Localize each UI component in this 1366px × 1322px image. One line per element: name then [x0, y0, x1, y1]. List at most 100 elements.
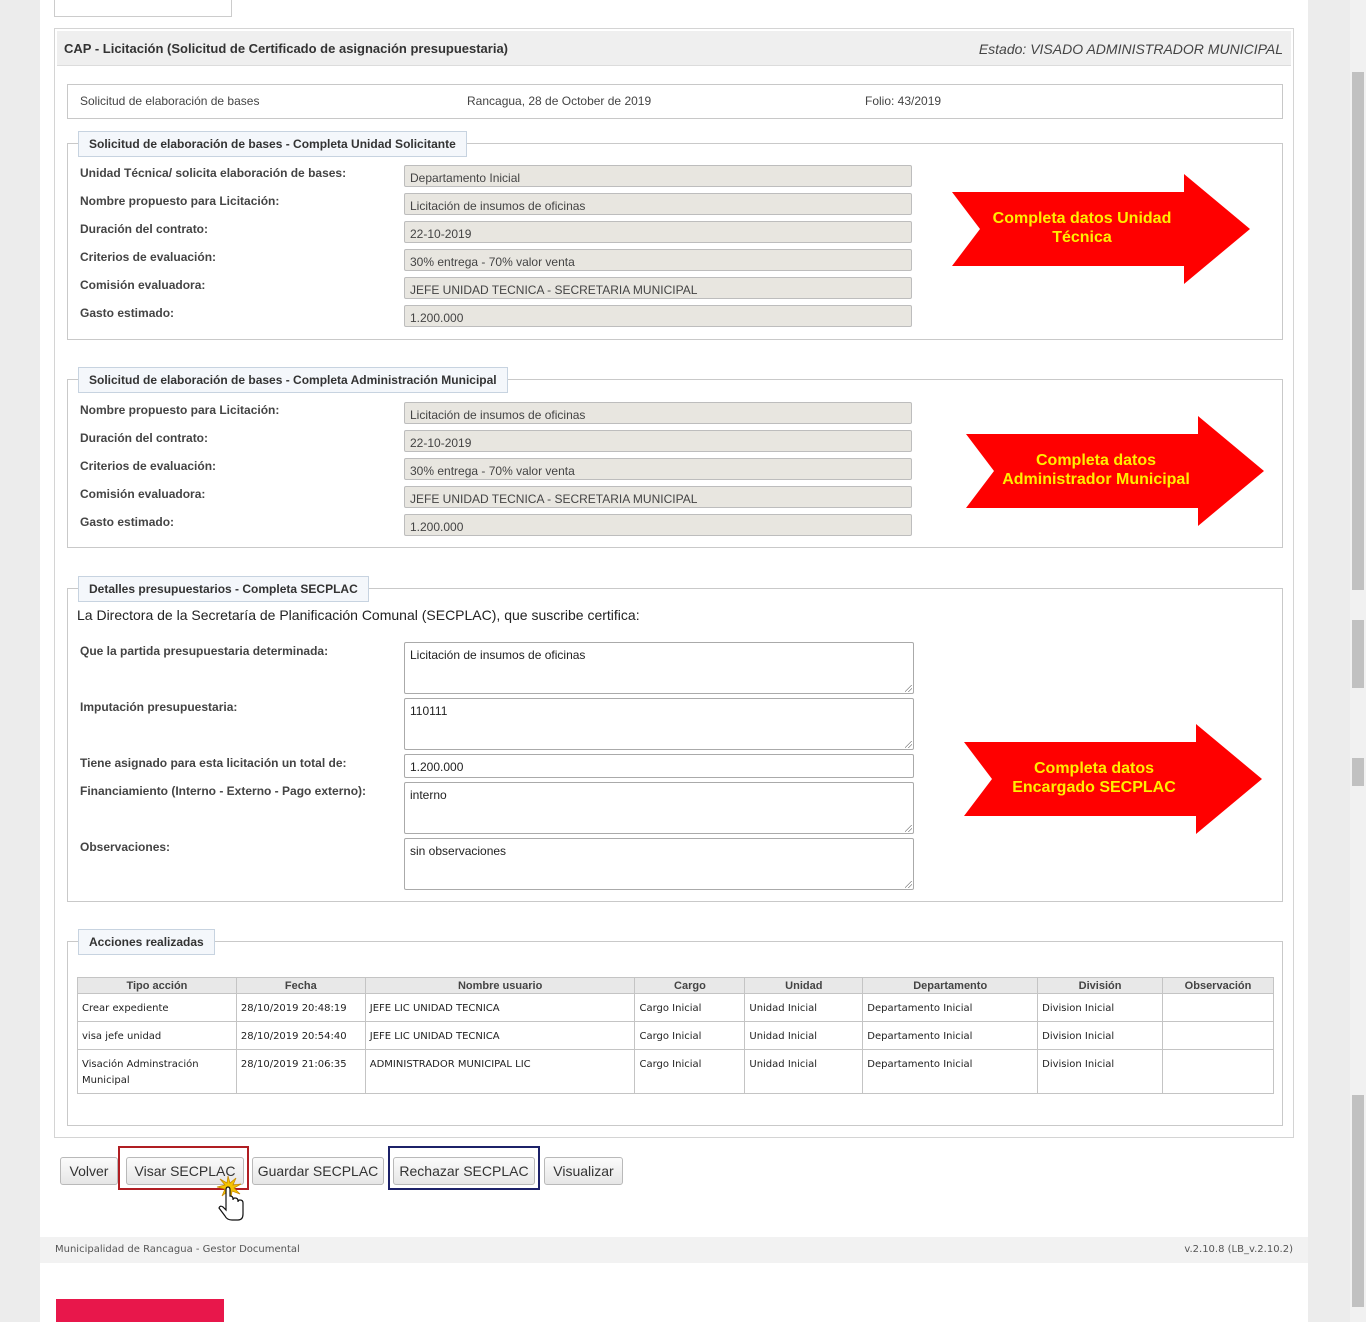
panel-title: CAP - Licitación (Solicitud de Certifica…: [64, 41, 509, 56]
table-cell: Unidad Inicial: [744, 1049, 864, 1094]
cap-panel: CAP - Licitación (Solicitud de Certifica…: [54, 28, 1294, 1138]
column-header[interactable]: Unidad: [744, 977, 864, 994]
tab-stub: [54, 0, 232, 17]
imputacion-presupuestaria-textarea[interactable]: 110111: [404, 698, 914, 750]
folio: Folio: 43/2019: [865, 94, 942, 108]
table-cell: [1162, 993, 1274, 1022]
column-header[interactable]: Fecha: [235, 977, 366, 994]
criterios-evaluacion-field: 30% entrega - 70% valor venta: [404, 249, 912, 271]
table-row: Crear expediente 28/10/2019 20:48:19 JEF…: [77, 993, 1274, 1022]
table-cell: Cargo Inicial: [634, 1021, 746, 1050]
place-date: Rancagua, 28 de October de 2019: [467, 94, 652, 108]
unidad-tecnica-field: Departamento Inicial: [404, 165, 912, 187]
table-cell: Departamento Inicial: [862, 1021, 1039, 1050]
table-cell: Unidad Inicial: [744, 993, 864, 1022]
gasto-estimado-field: 1.200.000: [404, 514, 912, 536]
table-cell: 28/10/2019 20:54:40: [235, 1021, 366, 1050]
column-header[interactable]: Tipo acción: [77, 977, 237, 994]
column-header[interactable]: Observación: [1162, 977, 1274, 994]
table-cell: Division Inicial: [1037, 1021, 1163, 1050]
partida-presupuestaria-textarea[interactable]: Licitación de insumos de oficinas: [404, 642, 914, 694]
financiamiento-textarea[interactable]: interno: [404, 782, 914, 834]
column-header[interactable]: División: [1037, 977, 1163, 994]
duracion-contrato-field: 22-10-2019: [404, 430, 912, 452]
section-legend: Solicitud de elaboración de bases - Comp…: [78, 131, 467, 157]
version-text: v.2.10.8 (LB_v.2.10.2): [1184, 1244, 1293, 1255]
table-cell: Departamento Inicial: [862, 993, 1039, 1022]
field-label: Imputación presupuestaria:: [80, 700, 238, 714]
field-label: Comisión evaluadora:: [80, 487, 206, 501]
field-label: Gasto estimado:: [80, 515, 175, 529]
column-header[interactable]: Departamento: [862, 977, 1039, 994]
callout-arrow: Completa datos Administrador Municipal: [966, 416, 1264, 526]
field-label: Unidad Técnica/ solicita elaboración de …: [80, 166, 347, 180]
field-label: Duración del contrato:: [80, 431, 209, 445]
comision-evaluadora-field: JEFE UNIDAD TECNICA - SECRETARIA MUNICIP…: [404, 277, 912, 299]
section-secplac: Detalles presupuestarios - Completa SECP…: [67, 576, 1283, 902]
actions-table: Tipo acción Fecha Nombre usuario Cargo U…: [77, 977, 1274, 1094]
table-cell: [1162, 1021, 1274, 1050]
callout-arrow: Completa datos Encargado SECPLAC: [964, 724, 1262, 834]
section-acciones: Acciones realizadas Tipo acción Fecha No…: [67, 929, 1283, 1126]
footer: Municipalidad de Rancagua - Gestor Docum…: [40, 1237, 1308, 1263]
scrollbar-segment: [1352, 1095, 1364, 1307]
column-header[interactable]: Nombre usuario: [364, 977, 636, 994]
table-cell: 28/10/2019 21:06:35: [235, 1049, 366, 1094]
request-meta: Solicitud de elaboración de bases Rancag…: [67, 84, 1283, 119]
table-cell: Division Inicial: [1037, 1049, 1163, 1094]
reject-secplac-button[interactable]: Rechazar SECPLAC: [393, 1157, 535, 1185]
save-secplac-button[interactable]: Guardar SECPLAC: [252, 1157, 384, 1185]
section-unidad-solicitante: Solicitud de elaboración de bases - Comp…: [67, 131, 1283, 340]
criterios-evaluacion-field: 30% entrega - 70% valor venta: [404, 458, 912, 480]
table-cell: ADMINISTRADOR MUNICIPAL LIC: [364, 1049, 636, 1094]
footer-left-text: Municipalidad de Rancagua - Gestor Docum…: [55, 1244, 300, 1255]
table-cell: JEFE LIC UNIDAD TECNICA: [364, 1021, 636, 1050]
table-cell: Departamento Inicial: [862, 1049, 1039, 1094]
table-cell: Cargo Inicial: [634, 993, 746, 1022]
scrollbar-thumb[interactable]: [1352, 72, 1364, 590]
field-label: Tiene asignado para esta licitación un t…: [80, 756, 347, 770]
section-legend: Solicitud de elaboración de bases - Comp…: [78, 367, 508, 393]
table-cell: Visación Adminstración Municipal: [77, 1049, 237, 1094]
scrollbar-segment: [1352, 758, 1364, 786]
table-cell: Cargo Inicial: [634, 1049, 746, 1094]
total-asignado-input[interactable]: 1.200.000: [404, 754, 914, 778]
hand-pointer-icon: [212, 1174, 248, 1225]
nombre-licitacion-field: Licitación de insumos de oficinas: [404, 193, 912, 215]
field-label: Observaciones:: [80, 840, 171, 854]
section-administracion-municipal: Solicitud de elaboración de bases - Comp…: [67, 367, 1283, 548]
field-label: Nombre propuesto para Licitación:: [80, 403, 280, 417]
status-label: Estado: VISADO ADMINISTRADOR MUNICIPAL: [978, 41, 1283, 57]
table-row: visa jefe unidad 28/10/2019 20:54:40 JEF…: [77, 1021, 1274, 1050]
back-button[interactable]: Volver: [60, 1157, 118, 1185]
table-cell: Division Inicial: [1037, 993, 1163, 1022]
view-button[interactable]: Visualizar: [544, 1157, 623, 1185]
duracion-contrato-field: 22-10-2019: [404, 221, 912, 243]
certify-text: La Directora de la Secretaría de Planifi…: [77, 607, 640, 623]
request-type: Solicitud de elaboración de bases: [80, 94, 260, 108]
brand-bar: [56, 1299, 224, 1322]
callout-text: Completa datos Administrador Municipal: [1002, 452, 1190, 488]
field-label: Gasto estimado:: [80, 306, 175, 320]
table-cell: JEFE LIC UNIDAD TECNICA: [364, 993, 636, 1022]
observaciones-textarea[interactable]: sin observaciones: [404, 838, 914, 890]
page-scrollbar[interactable]: [1350, 0, 1366, 1322]
comision-evaluadora-field: JEFE UNIDAD TECNICA - SECRETARIA MUNICIP…: [404, 486, 912, 508]
section-legend: Acciones realizadas: [78, 929, 215, 955]
gasto-estimado-field: 1.200.000: [404, 305, 912, 327]
table-header-row: Tipo acción Fecha Nombre usuario Cargo U…: [77, 977, 1274, 994]
table-cell: Crear expediente: [77, 993, 237, 1022]
panel-header: CAP - Licitación (Solicitud de Certifica…: [57, 31, 1291, 66]
callout-text: Completa datos Unidad Técnica: [992, 210, 1172, 246]
scrollbar-segment: [1352, 620, 1364, 688]
column-header[interactable]: Cargo: [634, 977, 746, 994]
table-cell: visa jefe unidad: [77, 1021, 237, 1050]
table-cell: 28/10/2019 20:48:19: [235, 993, 366, 1022]
section-legend: Detalles presupuestarios - Completa SECP…: [78, 576, 369, 602]
field-label: Comisión evaluadora:: [80, 278, 206, 292]
table-row: Visación Adminstración Municipal 28/10/2…: [77, 1049, 1274, 1094]
table-cell: Unidad Inicial: [744, 1021, 864, 1050]
field-label: Nombre propuesto para Licitación:: [80, 194, 280, 208]
nombre-licitacion-field: Licitación de insumos de oficinas: [404, 402, 912, 424]
field-label: Criterios de evaluación:: [80, 250, 217, 264]
